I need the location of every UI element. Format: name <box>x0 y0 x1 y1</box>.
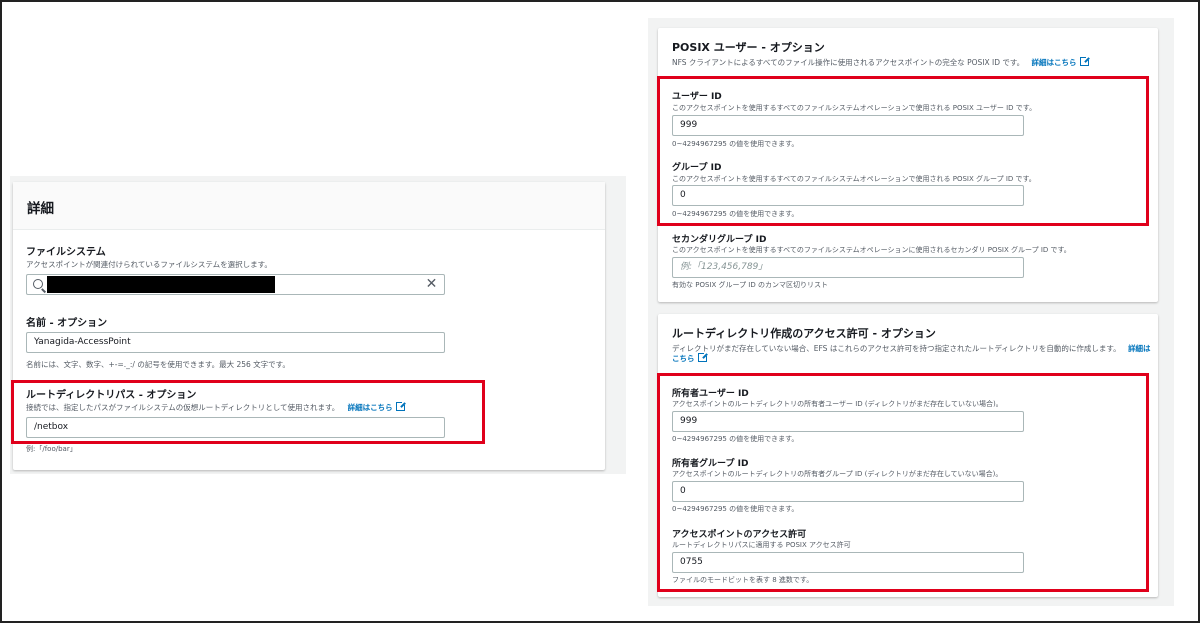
external-link-icon <box>1079 56 1090 66</box>
filesystem-desc: アクセスポイントが関連付けられているファイルシステムを選択します。 <box>26 260 272 269</box>
root-permissions-desc-line2: こちら <box>672 352 708 364</box>
posix-learn-more-text: 詳細はこちら <box>1031 58 1077 67</box>
filesystem-label: ファイルシステム <box>26 247 106 258</box>
filesystem-search-input[interactable]: ✕ <box>26 274 445 295</box>
root-path-highlight-box <box>11 380 485 444</box>
posix-ids-highlight-box <box>657 76 1149 226</box>
posix-learn-more-link[interactable]: 詳細はこちら <box>1031 56 1090 67</box>
name-hint: 名前には、文字、数字、+-=._:/ の記号を使用できます。最大 256 文字で… <box>26 360 290 369</box>
external-link-icon <box>697 352 708 362</box>
root-permissions-title: ルートディレクトリ作成のアクセス許可 - オプション <box>672 327 936 340</box>
root-perm-learn-more-b: こちら <box>672 354 695 363</box>
search-icon <box>33 279 43 289</box>
clear-icon[interactable]: ✕ <box>425 277 438 291</box>
secondary-group-hint: 有効な POSIX グループ ID のカンマ区切りリスト <box>672 281 828 289</box>
posix-user-desc: NFS クライアントによるすべてのファイル操作に使用されるアクセスポイントの完全… <box>672 56 1090 68</box>
root-path-hint: 例:「/foo/bar」 <box>26 445 77 453</box>
secondary-group-input[interactable]: 例:「123,456,789」 <box>672 257 1024 278</box>
root-perm-learn-more-link[interactable]: こちら <box>672 352 708 363</box>
name-input[interactable]: Yanagida-AccessPoint <box>26 332 445 353</box>
root-perms-highlight-box <box>657 373 1149 592</box>
details-card-header: 詳細 <box>13 182 605 230</box>
root-permissions-desc-text: ディレクトリがまだ存在していない場合、EFS はこれらのアクセス許可を持つ指定さ… <box>672 344 1121 353</box>
details-card-title: 詳細 <box>27 201 54 217</box>
name-label: 名前 - オプション <box>26 318 108 329</box>
secondary-group-desc: このアクセスポイントを使用するすべてのファイルシステムオペレーションに使用される… <box>672 246 1071 254</box>
redacted-filesystem-value <box>47 276 275 293</box>
posix-user-title: POSIX ユーザー - オプション <box>672 41 825 54</box>
root-perm-learn-more-a[interactable]: 詳細は <box>1128 344 1151 353</box>
posix-user-desc-text: NFS クライアントによるすべてのファイル操作に使用されるアクセスポイントの完全… <box>672 58 1025 67</box>
root-permissions-desc: ディレクトリがまだ存在していない場合、EFS はこれらのアクセス許可を持つ指定さ… <box>672 343 1151 354</box>
secondary-group-label: セカンダリグループ ID <box>672 235 767 245</box>
